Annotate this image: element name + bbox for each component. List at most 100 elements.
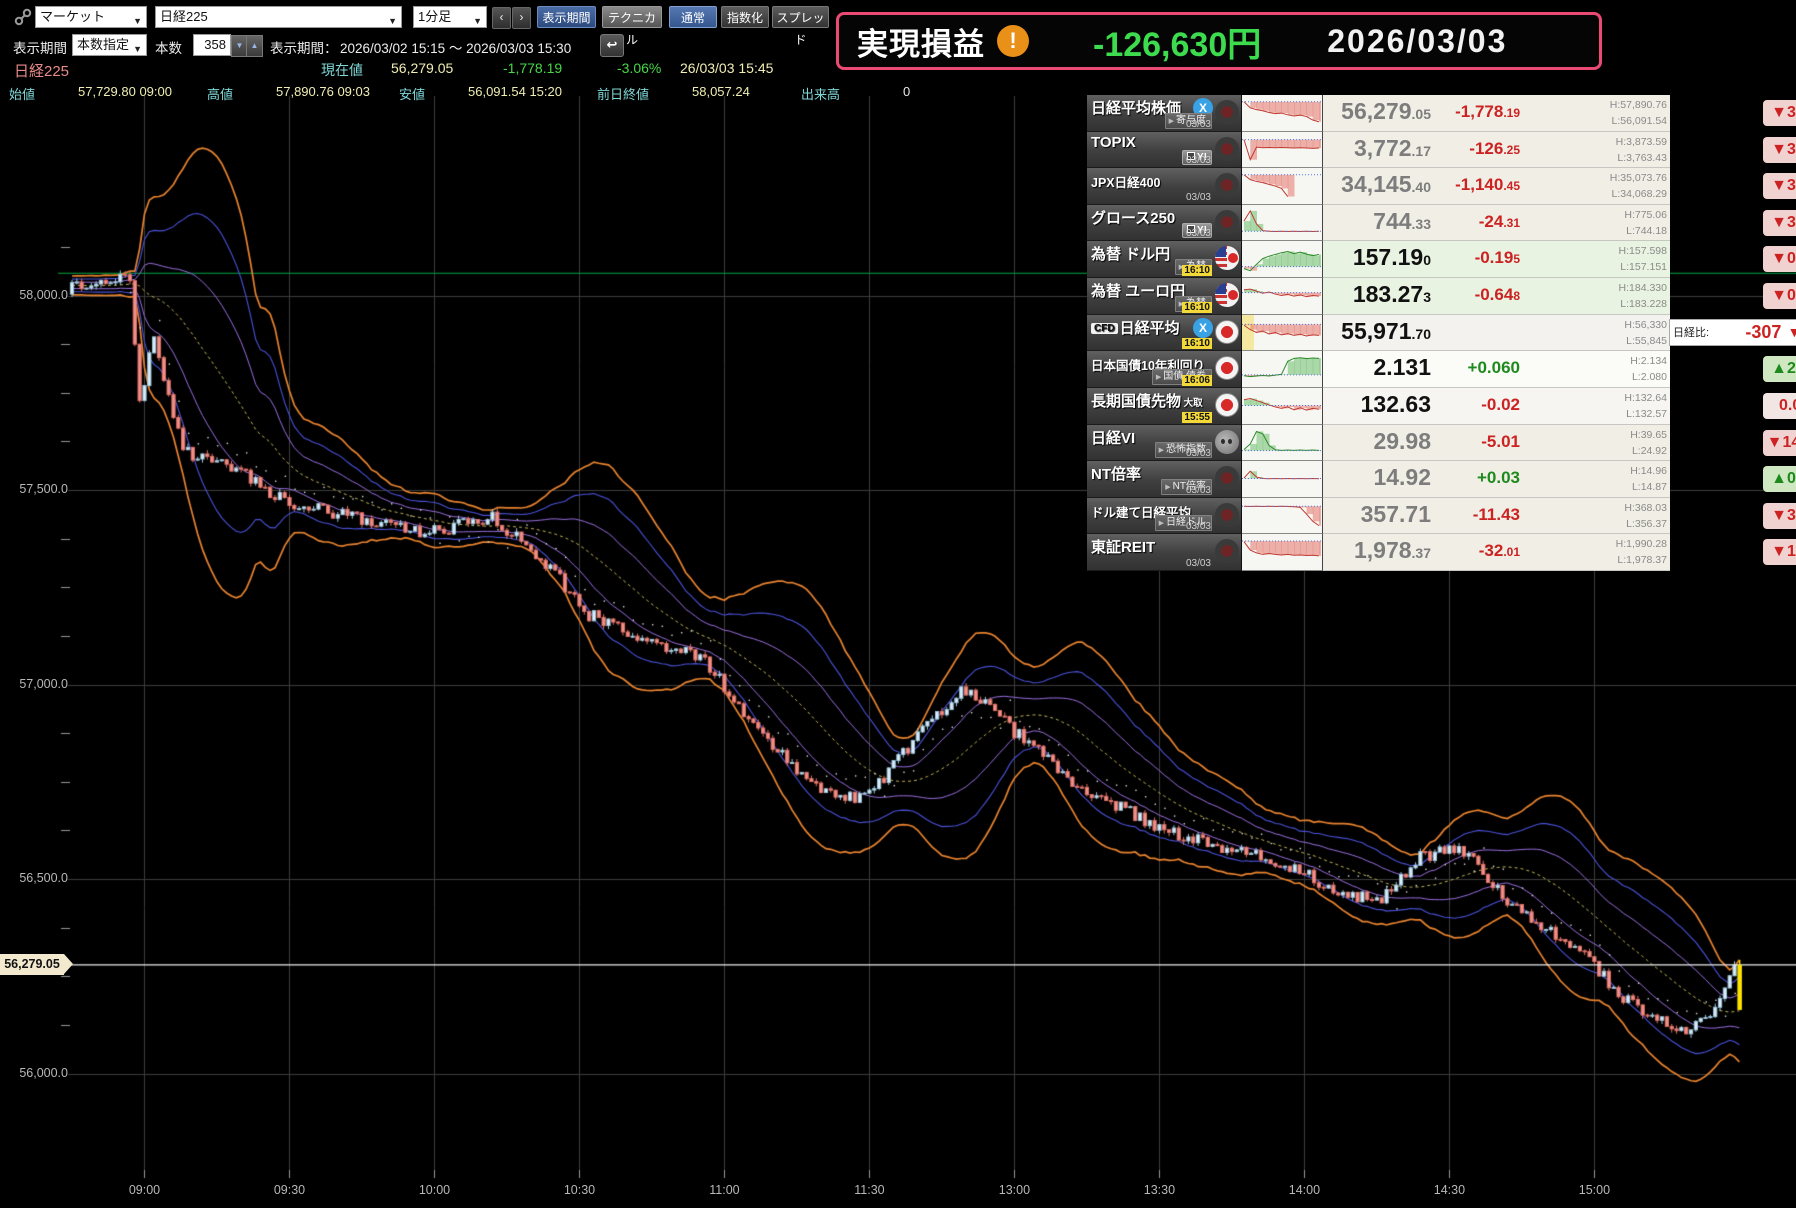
instrument-name: グロース250 (1091, 209, 1176, 227)
x-tick-label: 13:00 (998, 1183, 1031, 1197)
change-percent-badge: ▼3.16% (1763, 209, 1796, 236)
toolbar-button-5[interactable]: スプレッド (772, 6, 829, 47)
watch-row-9[interactable]: 長期国債先物 大取15:55 132.63 -0.02 0.00% H:132.64 L:… (1087, 387, 1796, 425)
instrument-cell: グロース250 Y! 03/03 (1087, 204, 1242, 242)
low-value: L:56,091.54 (1611, 115, 1667, 127)
instrument-cell: 日経VI ▶ 恐怖指数 03/03 (1087, 424, 1242, 462)
watch-row-11[interactable]: NT倍率▶NT倍率03/0314.92+0.03▲0.20%H:14.96L:1… (1087, 461, 1796, 498)
watch-row-8[interactable]: 日本国債10年利回り▶国債 債券16:06 2.131 +0.060 ▲2.90% H:… (1087, 351, 1796, 388)
price-change: -0.195 (1474, 248, 1520, 268)
x-tick-label: 14:30 (1433, 1183, 1466, 1197)
change-percent-badge: ▼14.32% (1763, 429, 1796, 456)
high-value: H:775.06 (1624, 208, 1667, 221)
high-low-values: H:57,890.76 L:56,091.54 (1610, 97, 1667, 129)
dim-flag-icon (1215, 209, 1239, 234)
diff-percent: ▼0.55% (1787, 324, 1796, 341)
quote-time: 03/03 (1185, 118, 1211, 130)
low-value: L:55,845 (1626, 334, 1667, 347)
interval-dropdown[interactable]: 1分足 ▼ (413, 6, 487, 28)
reload-button[interactable]: ↩ (600, 34, 624, 57)
watch-row-5[interactable]: 為替 ドル円▶為替16:10 157.190 -0.195 ▼0.12% H:157.5… (1087, 241, 1796, 279)
instrument-name: 日経VI (1091, 429, 1136, 447)
price-change: -0.648 (1474, 285, 1520, 305)
pnl-label: 実現損益 (857, 26, 985, 62)
high-low-values: H:132.64 L:132.57 (1624, 390, 1667, 422)
period-mode-dropdown[interactable]: 本数指定 ▼ (72, 34, 147, 56)
price-label: 現在値 (321, 62, 363, 78)
watch-row-13[interactable]: 東証REIT 03/03 1,978.37 -32.01 ▼1.59% H:1,990.2… (1087, 534, 1796, 572)
instrument-cell: TOPIX Y! 03/03 (1087, 131, 1242, 169)
watch-row-12[interactable]: ドル建て日経平均▶日経ドル03/03 357.71 -11.43 ▼3.10% H:36… (1087, 497, 1796, 535)
last-price: 56,279.05 (1341, 98, 1431, 124)
high-low-values: H:2.134 L:2.080 (1630, 353, 1667, 385)
warning-icon[interactable]: ! (997, 25, 1029, 57)
quote-datetime: 26/03/03 15:45 (680, 60, 774, 76)
instrument-cell: NT倍率 ▶ NT倍率 03/03 (1087, 461, 1242, 498)
toolbar-button-3[interactable]: 通常 (669, 6, 717, 28)
low-value: L:132.57 (1626, 407, 1667, 420)
x-tick-label: 13:30 (1143, 1183, 1176, 1197)
ohlc-label-3: 安値 (399, 87, 426, 102)
cfd-badge: CFD (1091, 322, 1118, 334)
watch-row-6[interactable]: 為替 ユーロ円▶為替16:10 183.273 -0.648 ▼0.35% H:184.… (1087, 278, 1796, 315)
sparkline (1242, 168, 1323, 205)
watch-row-4[interactable]: グロース250Y!03/03 744.33 -24.31 ▼3.16% H:775.06… (1087, 204, 1796, 242)
triangle-right-icon: ▶ (1158, 447, 1164, 455)
instrument-cell: CFD 日経平均 X 16:10 (1087, 314, 1242, 352)
watch-row-3[interactable]: JPX日経400 03/03 34,145.40 -1,140.45 ▼3.23% H:3… (1087, 168, 1796, 205)
sparkline (1242, 424, 1326, 462)
instrument-name: NT倍率 (1091, 466, 1141, 484)
low-value: L:14.87 (1631, 481, 1667, 494)
bar-count-input[interactable]: 358 (193, 34, 231, 56)
diff-value: -307 (1745, 321, 1782, 342)
range-label: 表示期間： (270, 41, 338, 56)
low-value: L:24.92 (1631, 444, 1667, 457)
quote-time: 03/03 (1185, 558, 1211, 570)
toolbar-button-4[interactable]: 指数化 (721, 6, 769, 28)
high-low-values: H:39.65 L:24.92 (1630, 427, 1667, 459)
sparkline (1242, 351, 1326, 388)
watch-row-10[interactable]: 日経VI▶恐怖指数03/0329.98-5.01▼14.32%H:39.65L:… (1087, 424, 1796, 462)
count-spin-up[interactable]: ▲ (246, 35, 263, 57)
prev-button[interactable]: ‹ (492, 7, 511, 29)
ohlc-value-4: 58,057.24 (692, 84, 750, 99)
symbol-dropdown[interactable]: 日経225 ▼ (155, 6, 402, 28)
high-low-values: H:184.330 L:183.228 (1619, 280, 1667, 312)
last-price: 357.71 (1360, 500, 1431, 527)
x-share-icon[interactable]: X (1193, 317, 1213, 338)
high-value: H:39.65 (1630, 428, 1667, 441)
quote-values: 34,145.40 -1,140.45 ▼3.23% H:35,073.76 L:34,… (1323, 168, 1796, 205)
low-value: L:3,763.43 (1617, 151, 1667, 164)
last-price: 2.131 (1373, 354, 1431, 381)
nikkei-diff-box: 日経比: -307 ▼0.55% (1669, 318, 1796, 346)
usjp-flag-icon (1215, 283, 1239, 308)
instrument-name: 為替 ユーロ円 (1091, 283, 1186, 301)
watch-row-1[interactable]: 日経平均株価X▶寄与度03/03 56,279.05 -1,778.19 ▼3.06%… (1087, 95, 1796, 132)
high-low-values: H:3,873.59 L:3,763.43 (1616, 134, 1667, 166)
high-value: H:3,873.59 (1615, 135, 1667, 148)
toolbar-button-2[interactable]: テクニカル (602, 6, 662, 47)
ohlc-label-5: 出来高 (801, 87, 841, 102)
dim-flag-icon (1215, 466, 1239, 491)
watch-row-2[interactable]: TOPIXY!03/03 3,772.17 -126.25 ▼3.24% H:3,873… (1087, 131, 1796, 169)
quote-time: 03/03 (1185, 484, 1211, 496)
quote-values: 3,772.17 -126.25 ▼3.24% H:3,873.59 L:3,763.4… (1323, 131, 1796, 169)
watch-row-7[interactable]: CFD日経平均 X16:10 55,971.70 日経比: -307 ▼0.55% H:56… (1087, 314, 1796, 352)
instrument-cell: ドル建て日経平均 ▶ 日経ドル 03/03 (1087, 497, 1242, 535)
change-percent-badge: ▼3.24% (1763, 136, 1796, 163)
link-icon[interactable] (13, 7, 33, 27)
next-button[interactable]: › (512, 7, 531, 29)
jp-flag-icon (1215, 392, 1239, 417)
sparkline (1242, 534, 1326, 572)
ohlc-label-1: 始値 (9, 87, 36, 102)
chart-symbol-label: 日経225 (14, 63, 70, 80)
market-dropdown[interactable]: マーケット ▼ (35, 6, 147, 28)
instrument-name: 長期国債先物 大取 (1091, 392, 1203, 410)
last-price: 1,978.37 (1353, 537, 1431, 564)
x-tick-label: 11:00 (709, 1183, 740, 1197)
change-percent-badge: ▲2.90% (1763, 356, 1796, 383)
sparkline (1242, 131, 1326, 169)
current-price-value: 56,279.05 (391, 60, 454, 76)
toolbar-button-1[interactable]: 表示期間 (537, 6, 596, 28)
sparkline (1242, 497, 1326, 535)
